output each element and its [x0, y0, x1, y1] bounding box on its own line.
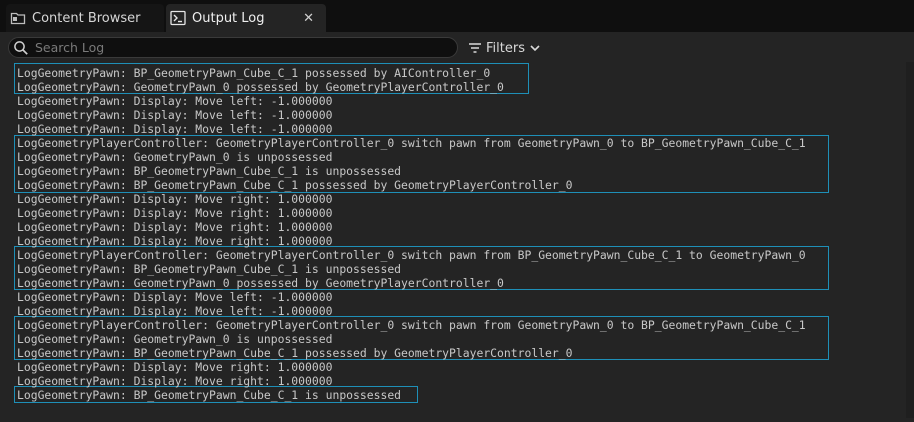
log-line: LogGeometryPawn: GeometryPawn_0 possesse… [17, 80, 504, 94]
log-line: LogGeometryPawn: BP_GeometryPawn_Cube_C_… [17, 388, 402, 402]
log-line: LogGeometryPawn: BP_GeometryPawn_Cube_C_… [17, 178, 573, 192]
log-line: LogGeometryPawn: BP_GeometryPawn_Cube_C_… [17, 164, 402, 178]
log-output[interactable]: LogGeometryPawn: BP_GeometryPawn_Cube_C_… [12, 62, 912, 418]
scrollbar[interactable] [906, 62, 914, 418]
search-icon [13, 40, 29, 56]
log-line: LogGeometryPawn: Display: Move right: 1.… [17, 360, 333, 374]
output-log-panel: Filters LogGeometryPawn: BP_GeometryPawn… [0, 32, 914, 422]
log-line: LogGeometryPawn: Display: Move right: 1.… [17, 192, 333, 206]
log-line: LogGeometryPawn: Display: Move right: 1.… [17, 206, 333, 220]
log-line: LogGeometryPawn: Display: Move right: 1.… [17, 234, 333, 248]
tab-label: Output Log [192, 10, 265, 26]
log-line: LogGeometryPlayerController: GeometryPla… [17, 136, 806, 150]
filters-button[interactable]: Filters [468, 38, 541, 58]
log-line: LogGeometryPawn: Display: Move left: -1.… [17, 94, 333, 108]
log-line: LogGeometryPawn: Display: Move left: -1.… [17, 122, 333, 136]
folder-icon [10, 10, 26, 26]
close-icon[interactable]: ✕ [303, 11, 314, 26]
log-line: LogGeometryPlayerController: GeometryPla… [17, 318, 806, 332]
filters-label: Filters [486, 40, 525, 56]
log-line: LogGeometryPawn: Display: Move left: -1.… [17, 290, 333, 304]
chevron-down-icon [529, 43, 541, 53]
log-line: LogGeometryPawn: GeometryPawn_0 is unpos… [17, 332, 333, 346]
log-line: LogGeometryPawn: BP_GeometryPawn_Cube_C_… [17, 66, 491, 80]
log-line: LogGeometryPawn: BP_GeometryPawn_Cube_C_… [17, 346, 573, 360]
log-line: LogGeometryPawn: Display: Move left: -1.… [17, 304, 333, 318]
tab-bar: Content Browser Output Log ✕ [0, 0, 914, 34]
log-line: LogGeometryPawn: BP_GeometryPawn_Cube_C_… [17, 262, 402, 276]
log-line: LogGeometryPawn: Display: Move right: 1.… [17, 374, 333, 388]
log-line: LogGeometryPawn: GeometryPawn_0 possesse… [17, 276, 504, 290]
terminal-icon [170, 10, 186, 26]
log-toolbar: Filters [0, 32, 914, 62]
tab-output-log[interactable]: Output Log ✕ [166, 4, 326, 32]
tab-label: Content Browser [32, 10, 141, 26]
output-log-window: Content Browser Output Log ✕ Search Log … [0, 0, 914, 422]
filter-icon [468, 42, 482, 54]
log-line: LogGeometryPawn: Display: Move right: 1.… [17, 220, 333, 234]
log-line: LogGeometryPawn: GeometryPawn_0 is unpos… [17, 150, 333, 164]
log-line: LogGeometryPawn: Display: Move left: -1.… [17, 108, 333, 122]
log-line: LogGeometryPlayerController: GeometryPla… [17, 248, 806, 262]
search-box[interactable] [8, 37, 458, 58]
tab-content-browser[interactable]: Content Browser [6, 4, 164, 32]
search-input[interactable] [35, 40, 457, 55]
